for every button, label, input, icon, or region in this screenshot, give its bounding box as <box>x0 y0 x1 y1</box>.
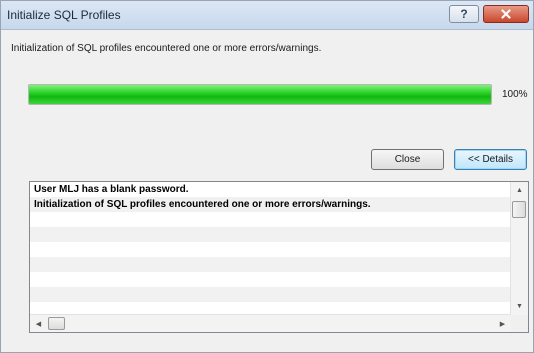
log-row[interactable] <box>30 212 510 227</box>
scroll-up-arrow-icon[interactable]: ▲ <box>511 182 528 199</box>
details-toggle-button[interactable]: << Details <box>454 149 527 170</box>
help-icon: ? <box>460 7 468 21</box>
log-row[interactable] <box>30 272 510 287</box>
log-row[interactable]: Initialization of SQL profiles encounter… <box>30 197 510 212</box>
status-message: Initialization of SQL profiles encounter… <box>11 43 322 54</box>
log-row[interactable] <box>30 227 510 242</box>
vertical-scroll-thumb[interactable] <box>512 201 526 218</box>
progress-percent-label: 100% <box>502 89 528 100</box>
log-rows: User MLJ has a blank password. Initializa… <box>30 182 510 316</box>
progress-bar <box>28 84 492 105</box>
scroll-left-arrow-icon[interactable]: ◀ <box>30 315 47 332</box>
help-button[interactable]: ? <box>449 5 479 23</box>
log-row[interactable] <box>30 242 510 257</box>
title-bar[interactable]: Initialize SQL Profiles ? <box>1 1 533 30</box>
log-row[interactable] <box>30 287 510 302</box>
close-icon <box>501 9 511 19</box>
horizontal-scrollbar[interactable]: ◀ ▶ <box>30 314 511 332</box>
dialog-window: Initialize SQL Profiles ? Initialization… <box>0 0 534 353</box>
close-button[interactable]: Close <box>371 149 444 170</box>
scroll-down-arrow-icon[interactable]: ▼ <box>511 298 528 315</box>
window-title: Initialize SQL Profiles <box>7 8 121 22</box>
progress-bar-fill <box>29 85 491 104</box>
log-row[interactable]: User MLJ has a blank password. <box>30 182 510 197</box>
scroll-right-arrow-icon[interactable]: ▶ <box>494 315 511 332</box>
scrollbar-corner <box>511 315 528 332</box>
vertical-scrollbar[interactable]: ▲ ▼ <box>510 182 528 315</box>
window-close-button[interactable] <box>483 5 529 23</box>
log-list[interactable]: User MLJ has a blank password. Initializa… <box>29 181 529 333</box>
log-row[interactable] <box>30 257 510 272</box>
horizontal-scroll-thumb[interactable] <box>48 317 65 330</box>
